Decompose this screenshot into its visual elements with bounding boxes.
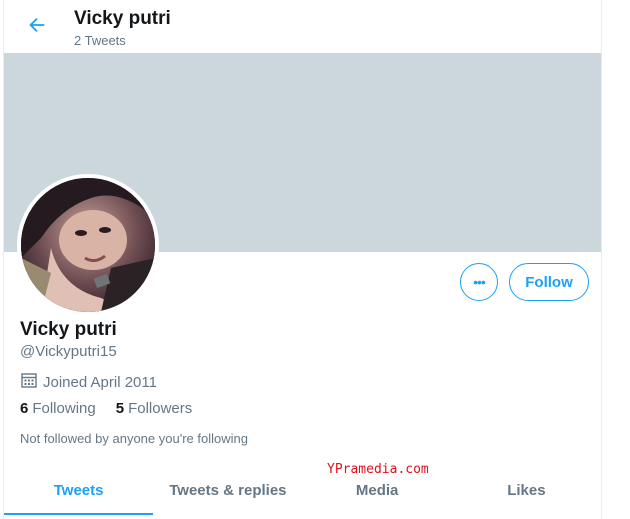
tab-tweets-and-replies[interactable]: Tweets & replies [153, 465, 302, 515]
tab-likes[interactable]: Likes [452, 465, 601, 515]
back-arrow-icon[interactable] [26, 14, 48, 36]
profile-handle: @Vickyputri15 [20, 343, 117, 360]
follow-counts: 6 Following 5 Followers [20, 400, 212, 417]
avatar[interactable] [17, 174, 159, 316]
calendar-icon [20, 371, 43, 393]
joined-text: Joined April 2011 [43, 373, 157, 391]
not-followed-notice: Not followed by anyone you're following [20, 431, 248, 446]
profile-name: Vicky putri [20, 319, 117, 340]
followers-label: Followers [128, 400, 193, 417]
more-options-button[interactable]: ••• [460, 263, 498, 301]
following-label: Following [32, 400, 96, 417]
joined-date: Joined April 2011 [20, 371, 157, 393]
profile-panel: Vicky putri 2 Tweets ••• Follow Vicky pu… [3, 0, 602, 519]
follow-button[interactable]: Follow [509, 263, 589, 301]
profile-tabs: Tweets Tweets & replies Media Likes [4, 465, 601, 515]
following-count: 6 [20, 400, 29, 417]
page-title: Vicky putri [74, 8, 171, 29]
followers-link[interactable]: 5 Followers [116, 400, 193, 417]
following-link[interactable]: 6 Following [20, 400, 96, 417]
tab-media[interactable]: Media [303, 465, 452, 515]
tab-tweets[interactable]: Tweets [4, 465, 154, 515]
profile-header: Vicky putri 2 Tweets [4, 0, 601, 53]
followers-count: 5 [115, 400, 125, 417]
tweet-count: 2 Tweets [74, 33, 126, 48]
